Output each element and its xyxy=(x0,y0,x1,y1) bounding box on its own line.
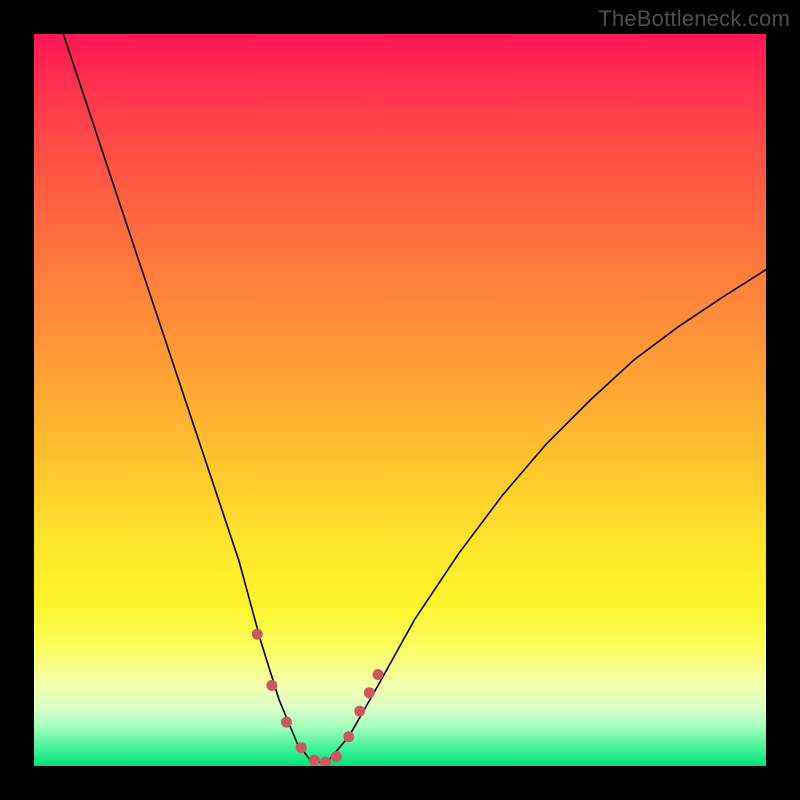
sweet-spot-markers xyxy=(252,629,384,766)
watermark-text: TheBottleneck.com xyxy=(598,6,790,32)
sweet-spot-marker xyxy=(354,706,365,717)
sweet-spot-marker xyxy=(373,669,384,680)
sweet-spot-marker xyxy=(266,680,277,691)
sweet-spot-marker xyxy=(296,742,307,753)
curve-layer xyxy=(34,34,766,766)
sweet-spot-marker xyxy=(364,687,375,698)
sweet-spot-marker xyxy=(331,751,342,762)
sweet-spot-marker xyxy=(281,717,292,728)
chart-frame: TheBottleneck.com xyxy=(0,0,800,800)
sweet-spot-marker xyxy=(309,755,320,766)
sweet-spot-marker xyxy=(320,757,331,766)
bottleneck-curve xyxy=(63,34,766,762)
chart-plot-area xyxy=(34,34,766,766)
sweet-spot-marker xyxy=(252,629,263,640)
sweet-spot-marker xyxy=(343,731,354,742)
